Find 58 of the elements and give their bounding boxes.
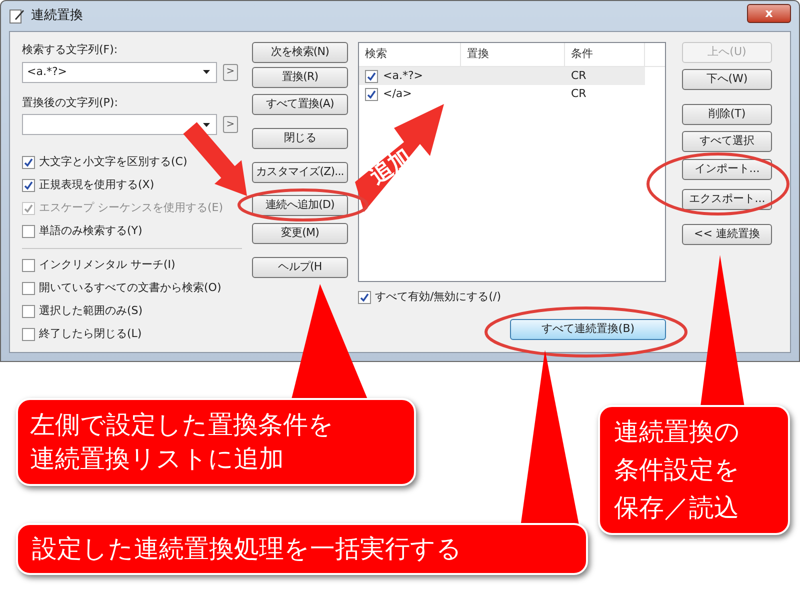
checkbox[interactable] [22, 305, 35, 318]
arrow-button[interactable]: > [223, 116, 238, 133]
callout-text: 左側で設定した置換条件を [30, 409, 334, 441]
column-header[interactable]: 検索 [359, 43, 461, 66]
arrow-button[interactable]: > [223, 64, 238, 80]
dialog-button[interactable]: 変更(M) [252, 223, 348, 244]
search-cell-text: </a> [383, 86, 412, 102]
condition-cell-text: CR [570, 68, 586, 84]
callout-text: 設定した連続置換処理を一括実行する [32, 533, 462, 565]
checkbox[interactable] [22, 156, 35, 169]
checkbox[interactable] [22, 328, 35, 341]
option-label: 大文字と小文字を区別する(C) [39, 154, 188, 170]
dialog-button[interactable]: エクスポート... [682, 189, 772, 210]
dialog-button[interactable]: 削除(T) [682, 104, 772, 125]
option-label: インクリメンタル サーチ(I) [39, 257, 176, 274]
dialog-button[interactable]: インポート... [682, 159, 772, 180]
checkbox[interactable] [358, 291, 371, 304]
checkbox[interactable] [22, 259, 35, 272]
window-title: 連続置換 [31, 7, 83, 26]
dialog-button[interactable]: 連続へ追加(D) [252, 195, 348, 216]
option-label: 単語のみ検索する(Y) [39, 223, 142, 240]
dropdown-icon[interactable] [203, 70, 210, 74]
checkbox[interactable] [22, 282, 35, 295]
checkbox[interactable] [22, 225, 35, 238]
dialog-button[interactable]: 次を検索(N) [252, 42, 348, 63]
checkbox[interactable] [365, 70, 378, 82]
dialog-button[interactable]: << 連続置換 [682, 224, 772, 245]
callout-text: 保存／読込 [614, 492, 739, 524]
field-label: 置換後の文字列(P): [22, 94, 119, 110]
notepad-icon [9, 8, 25, 24]
dialog-button[interactable]: すべて連続置換(B) [510, 319, 666, 340]
checkbox[interactable] [22, 179, 35, 192]
option-label: 終了したら閉じる(L) [39, 326, 142, 342]
dialog-button[interactable]: 置換(R) [252, 67, 348, 88]
option-label: エスケープ シーケンスを使用する(E) [39, 200, 224, 216]
column-header[interactable]: 条件 [565, 43, 645, 66]
option-label: 正規表現を使用する(X) [39, 177, 154, 194]
list-row[interactable]: <a.*?> CR [359, 67, 645, 85]
dialog-button[interactable]: すべて置換(A) [252, 94, 348, 115]
column-header[interactable]: 置換 [461, 43, 565, 66]
option-label: 開いているすべての文書から検索(O) [39, 280, 222, 296]
field-label: 検索する文字列(F): [22, 42, 119, 58]
option-label: すべて有効/無効にする(/) [375, 289, 501, 306]
dialog-button[interactable]: 閉じる [252, 128, 348, 149]
search-cell-text: <a.*?> [383, 68, 424, 84]
dialog-button[interactable]: 下へ(W) [682, 69, 772, 90]
checkbox[interactable] [365, 88, 378, 100]
callout-text: 連続置換の [614, 416, 740, 448]
dialog-button[interactable]: すべて選択 [682, 131, 772, 152]
dialog-button[interactable]: カスタマイズ(Z)... [252, 162, 348, 183]
combo-box[interactable]: <a.*?> [22, 62, 217, 82]
option-label: 選択した範囲のみ(S) [39, 303, 143, 320]
combo-box[interactable] [22, 114, 217, 135]
condition-cell-text: CR [570, 86, 586, 102]
dialog-button[interactable]: ヘルプ(H [252, 257, 348, 278]
callout-text: 連続置換リストに追加 [30, 443, 284, 475]
callout-text: 条件設定を [614, 454, 740, 486]
dropdown-icon[interactable] [203, 122, 210, 126]
